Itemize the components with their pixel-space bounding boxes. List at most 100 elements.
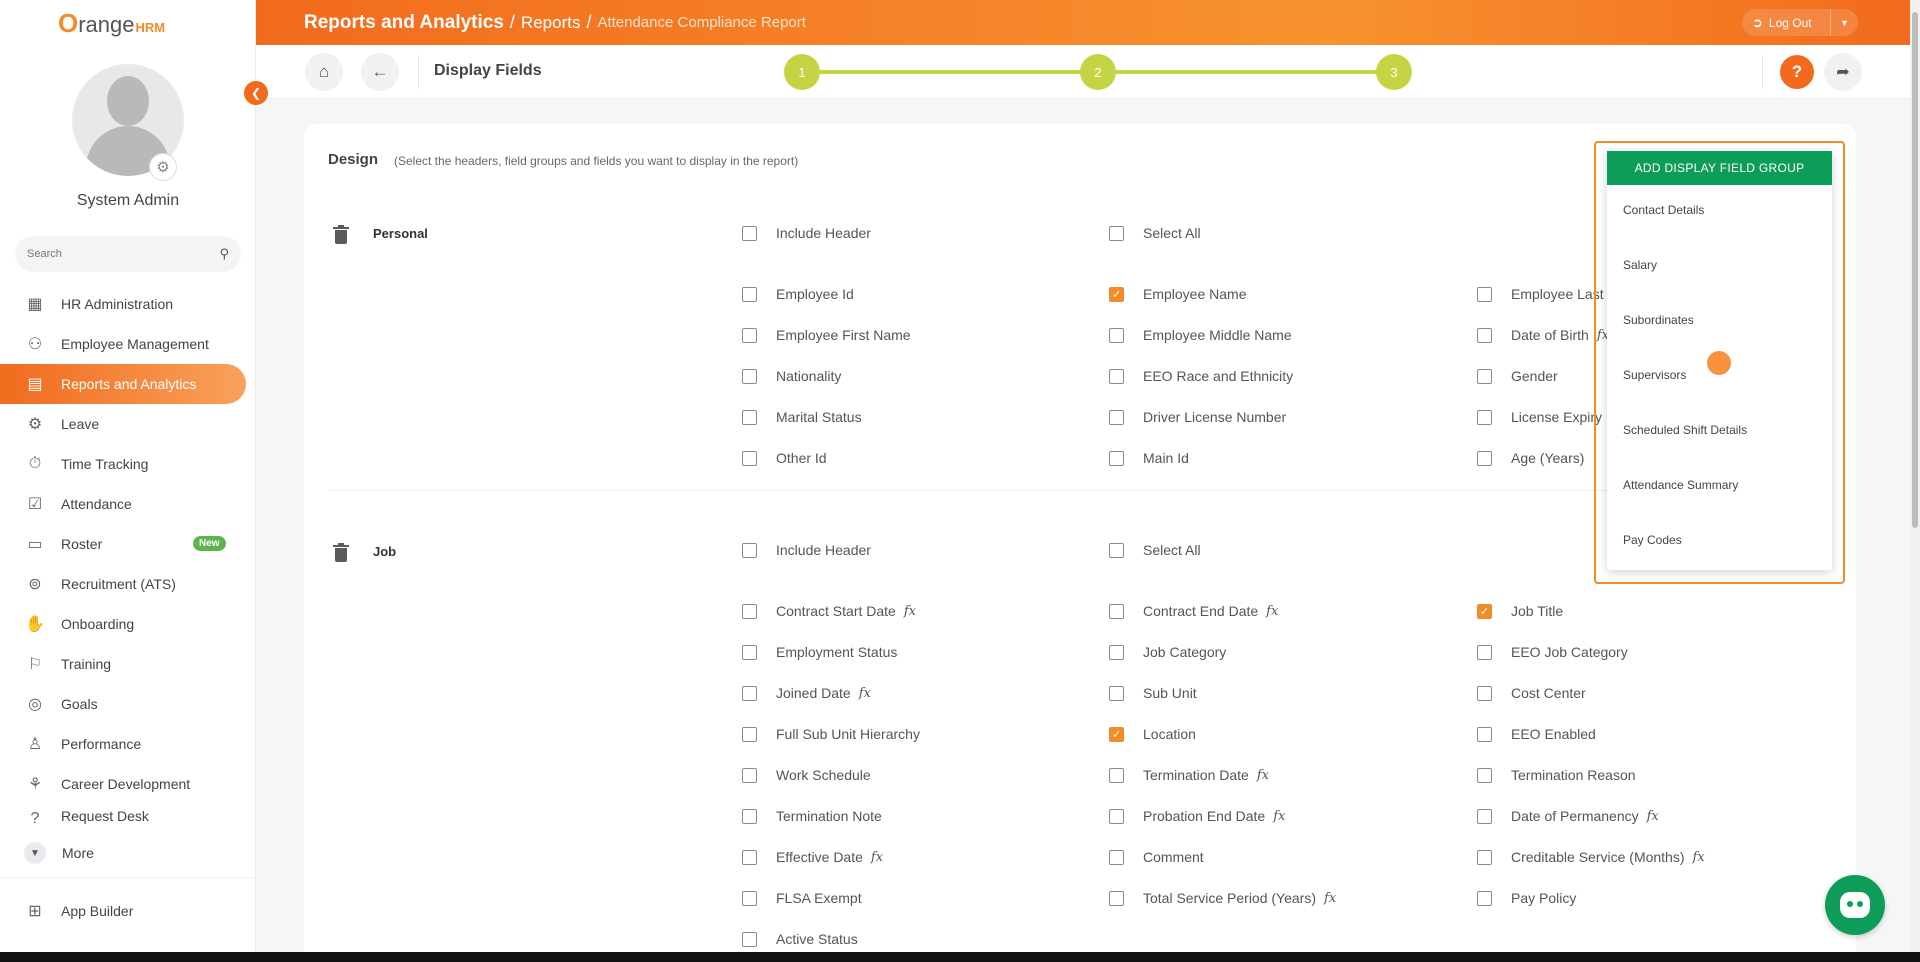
checkbox[interactable] xyxy=(1109,327,1124,343)
checkbox[interactable] xyxy=(1109,450,1124,466)
sidebar-item-app-builder[interactable]: ⊞ App Builder xyxy=(24,900,133,922)
field-checkbox[interactable]: Contract Start Date fx xyxy=(742,603,916,619)
checkbox[interactable] xyxy=(1477,450,1492,466)
field-checkbox[interactable]: Termination Date fx xyxy=(1109,767,1269,783)
field-checkbox[interactable]: Driver License Number xyxy=(1109,409,1286,425)
sidebar-item-reports-and-analytics[interactable]: ▤ Reports and Analytics xyxy=(0,364,246,404)
gear-icon[interactable]: ⚙ xyxy=(149,153,177,181)
field-checkbox[interactable]: License Expiry I xyxy=(1477,409,1610,425)
menu-item-contact-details[interactable]: Contact Details xyxy=(1623,203,1704,217)
checkbox[interactable] xyxy=(1477,890,1492,906)
checkbox[interactable] xyxy=(1109,685,1124,701)
more-button[interactable]: ▼ More xyxy=(24,842,94,864)
field-checkbox[interactable]: Termination Reason xyxy=(1477,767,1636,783)
field-checkbox[interactable]: Probation End Date fx xyxy=(1109,808,1285,824)
sidebar-item-onboarding[interactable]: ✋ Onboarding xyxy=(0,604,256,644)
checkbox[interactable] xyxy=(1109,409,1124,425)
field-checkbox[interactable]: Total Service Period (Years) fx xyxy=(1109,890,1336,906)
field-checkbox[interactable]: Marital Status xyxy=(742,409,862,425)
checkbox[interactable] xyxy=(1477,808,1492,824)
checkbox[interactable] xyxy=(1109,767,1124,783)
scrollbar-thumb[interactable] xyxy=(1912,12,1918,528)
include-header-checkbox[interactable]: Include Header xyxy=(742,225,871,241)
field-checkbox[interactable]: Termination Note xyxy=(742,808,882,824)
checkbox[interactable] xyxy=(1477,685,1492,701)
checkbox[interactable] xyxy=(1109,542,1124,558)
checkbox[interactable] xyxy=(1109,225,1124,241)
menu-item-salary[interactable]: Salary xyxy=(1623,258,1657,272)
checkbox[interactable] xyxy=(742,542,757,558)
checkbox[interactable] xyxy=(1109,849,1124,865)
field-checkbox[interactable]: Contract End Date fx xyxy=(1109,603,1278,619)
checkbox[interactable] xyxy=(1477,327,1492,343)
checkbox[interactable] xyxy=(1477,849,1492,865)
checkbox[interactable] xyxy=(742,286,757,302)
checkbox[interactable] xyxy=(742,368,757,384)
sidebar-item-request-desk[interactable]: ? Request Desk xyxy=(0,804,256,824)
sidebar-item-leave[interactable]: ⚙ Leave xyxy=(0,404,256,444)
checkbox[interactable] xyxy=(1109,644,1124,660)
sidebar-item-employee-management[interactable]: ⚇ Employee Management xyxy=(0,324,256,364)
caret-down-icon[interactable]: ▼ xyxy=(1830,9,1858,36)
chatbot-button[interactable] xyxy=(1825,875,1885,935)
checkbox[interactable] xyxy=(742,808,757,824)
checkbox[interactable] xyxy=(742,603,757,619)
field-checkbox[interactable]: Employee Last xyxy=(1477,286,1604,302)
field-checkbox[interactable]: Joined Date fx xyxy=(742,685,871,701)
field-checkbox[interactable]: Nationality xyxy=(742,368,841,384)
sidebar-item-time-tracking[interactable]: ⏱ Time Tracking xyxy=(0,444,256,484)
field-checkbox[interactable]: Employee First Name xyxy=(742,327,911,343)
sidebar-item-career-development[interactable]: ⚘ Career Development xyxy=(0,764,256,804)
field-checkbox[interactable]: Full Sub Unit Hierarchy xyxy=(742,726,920,742)
field-checkbox[interactable]: ✓ Job Title xyxy=(1477,603,1563,619)
logout-button[interactable]: ➲ Log Out ▼ xyxy=(1742,9,1858,36)
field-checkbox[interactable]: Other Id xyxy=(742,450,827,466)
checkbox-checked[interactable]: ✓ xyxy=(1477,603,1492,619)
checkbox[interactable] xyxy=(1477,409,1492,425)
checkbox-checked[interactable]: ✓ xyxy=(1109,726,1124,742)
field-checkbox[interactable]: Active Status xyxy=(742,931,858,947)
step-3[interactable]: 3 xyxy=(1376,54,1412,90)
checkbox[interactable] xyxy=(1109,808,1124,824)
vertical-scrollbar[interactable] xyxy=(1910,0,1920,952)
field-checkbox[interactable]: Date of Birth fx xyxy=(1477,327,1609,343)
field-checkbox[interactable]: Employee Id xyxy=(742,286,854,302)
field-checkbox[interactable]: Sub Unit xyxy=(1109,685,1197,701)
breadcrumb-reports[interactable]: Reports xyxy=(521,13,581,33)
sidebar-item-goals[interactable]: ◎ Goals xyxy=(0,684,256,724)
checkbox[interactable] xyxy=(742,890,757,906)
sidebar-item-training[interactable]: ⚐ Training xyxy=(0,644,256,684)
checkbox-checked[interactable]: ✓ xyxy=(1109,286,1124,302)
sidebar-item-recruitment[interactable]: ⊚ Recruitment (ATS) xyxy=(0,564,256,604)
field-checkbox[interactable]: Effective Date fx xyxy=(742,849,883,865)
checkbox[interactable] xyxy=(742,327,757,343)
step-2[interactable]: 2 xyxy=(1080,54,1116,90)
field-checkbox[interactable]: Comment xyxy=(1109,849,1204,865)
menu-item-subordinates[interactable]: Subordinates xyxy=(1623,313,1694,327)
help-button[interactable]: ? xyxy=(1780,55,1814,89)
add-display-field-group-button[interactable]: ADD DISPLAY FIELD GROUP xyxy=(1607,151,1832,185)
field-checkbox[interactable]: EEO Race and Ethnicity xyxy=(1109,368,1293,384)
field-checkbox[interactable]: Work Schedule xyxy=(742,767,871,783)
checkbox[interactable] xyxy=(1477,767,1492,783)
sidebar-item-roster[interactable]: ▭ Roster New xyxy=(0,524,256,564)
field-checkbox[interactable]: Job Category xyxy=(1109,644,1226,660)
field-checkbox[interactable]: Employee Middle Name xyxy=(1109,327,1292,343)
field-checkbox[interactable]: Creditable Service (Months) fx xyxy=(1477,849,1705,865)
field-checkbox[interactable]: Main Id xyxy=(1109,450,1189,466)
field-checkbox[interactable]: Cost Center xyxy=(1477,685,1586,701)
trash-icon[interactable] xyxy=(333,543,349,562)
field-checkbox[interactable]: Employment Status xyxy=(742,644,897,660)
field-checkbox[interactable]: EEO Enabled xyxy=(1477,726,1596,742)
checkbox[interactable] xyxy=(742,726,757,742)
checkbox[interactable] xyxy=(742,450,757,466)
menu-item-attendance-summary[interactable]: Attendance Summary xyxy=(1623,478,1738,492)
field-checkbox[interactable]: Pay Policy xyxy=(1477,890,1576,906)
checkbox[interactable] xyxy=(742,849,757,865)
back-button[interactable]: ← xyxy=(361,53,399,91)
checkbox[interactable] xyxy=(1477,368,1492,384)
menu-item-pay-codes[interactable]: Pay Codes xyxy=(1623,533,1682,547)
checkbox[interactable] xyxy=(1109,890,1124,906)
search-input[interactable] xyxy=(27,248,220,260)
checkbox[interactable] xyxy=(1477,644,1492,660)
